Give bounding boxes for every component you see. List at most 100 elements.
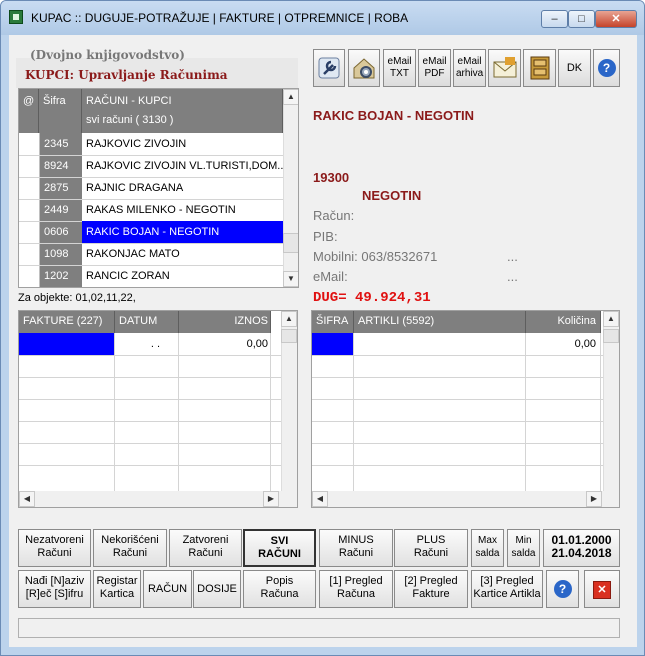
pregled-fakture-button[interactable]: [2] Pregled Fakture xyxy=(394,570,468,608)
btn-line2: Računi xyxy=(338,547,374,559)
btn-line1: Max xyxy=(478,535,497,546)
racun-label: Račun: xyxy=(313,208,355,223)
row-code: 2345 xyxy=(44,138,69,150)
scroll-right-icon[interactable]: ▶ xyxy=(263,491,279,507)
plus-racuni-button[interactable]: PLUS Računi xyxy=(394,529,468,567)
nekorisceni-racuni-button[interactable]: Nekorišćeni Računi xyxy=(93,529,167,567)
row-code: 1202 xyxy=(44,270,69,282)
btn-line1: Nekorišćeni xyxy=(101,534,159,546)
row-datum: . . xyxy=(150,338,160,350)
nezatvoreni-racuni-button[interactable]: Nezatvoreni Računi xyxy=(18,529,91,567)
btn-line2: RAČUNI xyxy=(258,548,301,560)
invoice-grid[interactable]: FAKTURE (227) DATUM IZNOS . . 0,00 ▲ ◀ ▶ xyxy=(18,310,298,508)
help-icon: ? xyxy=(597,59,616,77)
row-code: 1098 xyxy=(44,248,69,260)
help-button[interactable]: ? xyxy=(546,570,579,608)
btn-line2: Računa xyxy=(337,588,375,600)
email-envelope-button[interactable] xyxy=(488,49,521,87)
row-kolicina: 0,00 xyxy=(574,338,596,350)
row-name: RAKAS MILENKO - NEGOTIN xyxy=(86,204,236,216)
maximize-button[interactable]: □ xyxy=(568,10,595,28)
envelope-icon xyxy=(493,57,516,78)
help-tool-button[interactable]: ? xyxy=(593,49,620,87)
col-header-artikli[interactable]: ARTIKLI (5592) xyxy=(354,311,526,333)
invoice-grid-hscroll[interactable]: ◀ ▶ xyxy=(19,491,297,507)
email-arhiva-button[interactable]: eMail arhiva xyxy=(453,49,486,87)
scroll-thumb[interactable] xyxy=(283,233,298,253)
btn-line2: Računi xyxy=(37,547,72,559)
pib-label: PIB: xyxy=(313,229,338,244)
date-range-button[interactable]: 01.01.2000 21.04.2018 xyxy=(543,529,620,567)
close-window-button[interactable]: ✕ xyxy=(595,10,637,28)
article-grid[interactable]: ŠIFRA ARTIKLI (5592) Količina 0,00 ▲ ◀ ▶ xyxy=(311,310,620,508)
invoice-grid-vscroll[interactable]: ▲ xyxy=(281,311,297,491)
row-code: 0606 xyxy=(44,226,69,238)
racun-button[interactable]: RAČUN xyxy=(143,570,192,608)
min-salda-button[interactable]: Min salda xyxy=(507,529,540,567)
btn-line1: MINUS xyxy=(338,534,374,546)
scroll-up-icon[interactable]: ▲ xyxy=(281,311,297,327)
col-header-fakture[interactable]: FAKTURE (227) xyxy=(19,311,115,333)
email-txt-button[interactable]: eMail TXT xyxy=(383,49,416,87)
scroll-down-icon[interactable]: ▼ xyxy=(283,271,298,287)
scroll-left-icon[interactable]: ◀ xyxy=(312,491,328,507)
article-grid-hscroll[interactable]: ◀ ▶ xyxy=(312,491,619,507)
row-name: RAJKOVIC ZIVOJIN xyxy=(86,138,187,150)
client-grid[interactable]: @ Šifra RAČUNI - KUPCI svi računi ( 3130… xyxy=(18,88,299,288)
col-header-kolicina[interactable]: Količina xyxy=(526,311,601,333)
minus-racuni-button[interactable]: MINUS Računi xyxy=(319,529,393,567)
minimize-button[interactable]: ‒ xyxy=(541,10,568,28)
scroll-left-icon[interactable]: ◀ xyxy=(19,491,35,507)
row-name: RAJKOVIC ZIVOJIN VL.TURISTI,DOM... xyxy=(86,160,283,172)
mobilni-label: Mobilni: 063/8532671 xyxy=(313,249,438,264)
col-header-datum[interactable]: DATUM xyxy=(115,311,179,333)
pregled-racuna-button[interactable]: [1] Pregled Računa xyxy=(319,570,393,608)
scroll-up-icon[interactable]: ▲ xyxy=(283,89,298,105)
col-header-at[interactable]: @ xyxy=(19,89,39,133)
archive-tool-button[interactable] xyxy=(523,49,556,87)
settings-tool-button[interactable] xyxy=(313,49,345,87)
filing-cabinet-icon xyxy=(530,56,549,80)
window-title: KUPAC :: DUGUJE-POTRAŽUJE | FAKTURE | OT… xyxy=(31,11,409,25)
client-name: RAKIC BOJAN - NEGOTIN xyxy=(313,108,475,123)
pregled-kartice-button[interactable]: [3] Pregled Kartice Artikla xyxy=(471,570,543,608)
registar-kartica-button[interactable]: Registar Kartica xyxy=(93,570,141,608)
btn-line1: [3] Pregled xyxy=(480,575,534,587)
popis-racuna-button[interactable]: Popis Računa xyxy=(243,570,316,608)
max-salda-button[interactable]: Max salda xyxy=(471,529,504,567)
btn-line1: Zatvoreni xyxy=(182,534,229,546)
dosije-button[interactable]: DOSIJE xyxy=(193,570,241,608)
row-code: 8924 xyxy=(44,160,69,172)
scroll-thumb[interactable] xyxy=(281,329,297,343)
app-icon xyxy=(9,10,23,24)
btn-line1: PLUS xyxy=(416,534,446,546)
close-icon: ✕ xyxy=(593,581,611,599)
svi-racuni-button[interactable]: SVI RAČUNI xyxy=(243,529,316,567)
btn-line1: [1] Pregled xyxy=(329,575,383,587)
client-grid-vscroll[interactable]: ▲ ▼ xyxy=(283,89,298,287)
article-grid-vscroll[interactable]: ▲ xyxy=(603,311,619,491)
dk-button[interactable]: DK xyxy=(558,49,591,87)
gear-tool-button[interactable] xyxy=(348,49,380,87)
row-iznos: 0,00 xyxy=(246,338,268,350)
col-header-sifra-artikla[interactable]: ŠIFRA xyxy=(312,311,354,333)
btn-line2: Računi xyxy=(413,547,449,559)
email-pdf-button[interactable]: eMail PDF xyxy=(418,49,451,87)
btn-line2: Računa xyxy=(260,588,299,600)
debt-amount: DUG= 49.924,31 xyxy=(313,290,431,306)
btn-line2: Kartica xyxy=(99,588,135,600)
status-bar xyxy=(18,618,620,638)
btn-line1: Nezatvoreni xyxy=(25,534,84,546)
btn-line1: SVI xyxy=(270,535,289,547)
scroll-up-icon[interactable]: ▲ xyxy=(603,311,619,327)
scroll-right-icon[interactable]: ▶ xyxy=(586,491,602,507)
client-postcode: 19300 xyxy=(313,170,350,185)
zatvoreni-racuni-button[interactable]: Zatvoreni Računi xyxy=(169,529,242,567)
scroll-thumb[interactable] xyxy=(603,329,619,343)
col-header-iznos[interactable]: IZNOS xyxy=(179,311,271,333)
col-header-name[interactable]: RAČUNI - KUPCI svi računi ( 3130 ) xyxy=(82,89,283,133)
nadji-button[interactable]: Nađi [N]aziv [R]eč [S]ifru xyxy=(18,570,91,608)
col-header-sifra[interactable]: Šifra xyxy=(39,89,82,133)
title-bar[interactable]: KUPAC :: DUGUJE-POTRAŽUJE | FAKTURE | OT… xyxy=(1,1,644,35)
close-button[interactable]: ✕ xyxy=(584,570,620,608)
